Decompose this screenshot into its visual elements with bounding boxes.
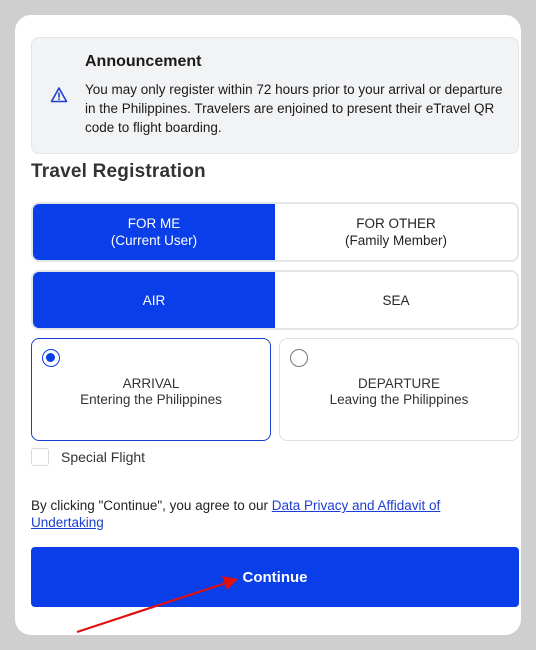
air-option[interactable]: AIR — [33, 272, 275, 328]
departure-label: DEPARTURE — [357, 375, 440, 391]
travel-mode-toggle: AIR SEA — [31, 270, 519, 330]
warning-icon — [50, 86, 68, 104]
announcement-body: You may only register within 72 hours pr… — [85, 82, 503, 135]
arrival-sublabel: Entering the Philippines — [80, 391, 222, 407]
for-me-sublabel: (Current User) — [110, 233, 198, 248]
consent-text: By clicking "Continue", you agree to our… — [31, 497, 501, 531]
announcement-title: Announcement — [85, 53, 202, 70]
special-flight-checkbox-row[interactable]: Special Flight — [31, 448, 145, 466]
for-other-option[interactable]: FOR OTHER (Family Member) — [275, 204, 517, 260]
sea-label: SEA — [382, 292, 410, 308]
registration-card: Announcement You may only register withi… — [15, 15, 521, 635]
for-me-label: FOR ME — [127, 216, 181, 231]
arrival-label: ARRIVAL — [122, 375, 180, 391]
air-label: AIR — [142, 292, 166, 308]
for-other-label: FOR OTHER — [356, 216, 436, 231]
arrival-option[interactable]: ARRIVAL Entering the Philippines — [31, 338, 271, 441]
announcement-box: Announcement You may only register withi… — [31, 37, 519, 154]
departure-radio[interactable] — [290, 349, 308, 367]
for-other-sublabel: (Family Member) — [344, 233, 447, 248]
special-flight-checkbox[interactable] — [31, 448, 49, 466]
departure-option[interactable]: DEPARTURE Leaving the Philippines — [279, 338, 519, 441]
special-flight-label: Special Flight — [61, 449, 146, 465]
sea-option[interactable]: SEA — [275, 272, 517, 328]
travel-registration-title: Travel Registration — [31, 161, 206, 182]
for-me-option[interactable]: FOR ME (Current User) — [33, 204, 275, 260]
consent-prefix: By clicking "Continue", you agree to our — [31, 498, 272, 513]
arrival-radio[interactable] — [42, 349, 60, 367]
departure-sublabel: Leaving the Philippines — [329, 391, 469, 407]
traveler-type-toggle: FOR ME (Current User) FOR OTHER (Family … — [31, 202, 519, 262]
continue-button[interactable]: Continue — [31, 547, 519, 607]
